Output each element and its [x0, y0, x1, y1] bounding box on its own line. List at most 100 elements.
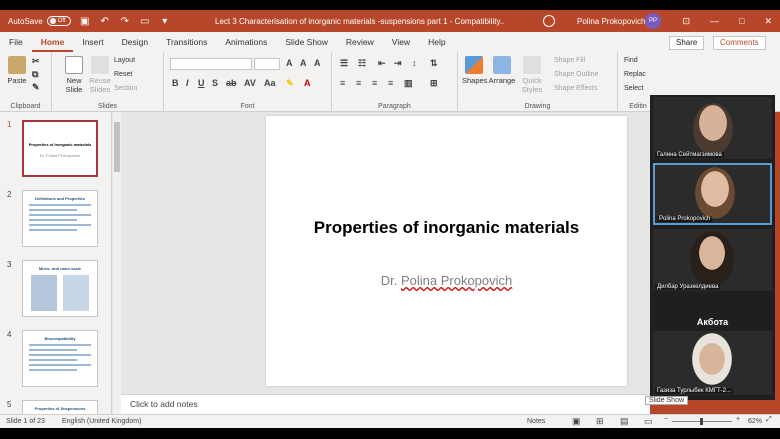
reading-view-icon[interactable]: ▤ [620, 416, 629, 427]
undo-icon[interactable]: ↶ [99, 16, 111, 27]
participant-tile[interactable]: Галина Сейтмагзимова [653, 97, 772, 159]
customize-toolbar-icon[interactable]: ▾ [159, 16, 171, 27]
thumbnail-number: 5 [7, 400, 12, 409]
thumbnails-scrollbar[interactable] [113, 112, 121, 414]
zoom-in-icon[interactable]: + [736, 416, 740, 423]
replace-button[interactable]: Replac [624, 71, 646, 78]
increase-indent-icon[interactable]: ⇥ [394, 58, 402, 69]
bullets-icon[interactable]: ☰ [340, 58, 348, 69]
bold-icon[interactable]: B [172, 78, 179, 88]
tab-view[interactable]: View [383, 32, 419, 52]
spacing-icon[interactable]: AV [244, 78, 256, 88]
tab-home[interactable]: Home [31, 32, 74, 52]
normal-view-icon[interactable]: ▣ [572, 416, 581, 427]
close-icon[interactable]: ✕ [764, 16, 772, 27]
slide-sorter-icon[interactable]: ⊞ [596, 416, 604, 427]
strikethrough-icon[interactable]: ab [226, 78, 237, 88]
slide-title[interactable]: Properties of inorganic materials [266, 218, 627, 238]
font-name-input[interactable] [170, 58, 252, 70]
align-center-icon[interactable]: ≡ [356, 78, 361, 88]
slide-thumbnail-3[interactable]: Micro- and nano-scale [22, 260, 98, 317]
participant-tile[interactable]: Polina Prokopovich [653, 163, 772, 225]
slide-thumbnail-1[interactable]: Properties of inorganic materials Dr. Po… [22, 120, 98, 177]
share-button[interactable]: Share [669, 36, 705, 50]
present-icon[interactable]: ▭ [139, 16, 151, 27]
zoom-slider-handle[interactable] [700, 418, 703, 425]
format-painter-icon[interactable]: ✎ [32, 82, 40, 93]
shadow-icon[interactable]: S [212, 78, 218, 88]
video-participants-panel: Галина Сейтмагзимова Polina Prokopovich … [650, 95, 775, 400]
language-indicator[interactable]: English (United Kingdom) [62, 418, 141, 425]
slide-thumbnail-4[interactable]: Biocompatibility [22, 330, 98, 387]
notes-pane[interactable]: Click to add notes [121, 394, 650, 414]
select-button[interactable]: Select [624, 85, 643, 92]
participant-tile[interactable]: Газиза Турлыбек КМГТ-2... [653, 331, 772, 395]
layout-button[interactable]: Layout [114, 57, 135, 64]
tab-transitions[interactable]: Transitions [157, 32, 216, 52]
paste-button[interactable]: Paste [6, 56, 28, 85]
highlight-icon[interactable]: ✎ [286, 78, 294, 89]
comments-button[interactable]: Comments [713, 36, 766, 50]
thumbnail-title: Micro- and nano-scale [38, 266, 82, 271]
tab-help[interactable]: Help [419, 32, 454, 52]
underline-icon[interactable]: U [198, 78, 205, 88]
autosave-toggle[interactable]: Off [46, 16, 71, 26]
shapes-button[interactable]: Shapes [462, 56, 487, 85]
tooltip: Slide Show [645, 396, 689, 405]
shape-fill-button[interactable]: Shape Fill [554, 57, 585, 64]
decrease-indent-icon[interactable]: ⇤ [378, 58, 386, 69]
arrange-button[interactable]: Arrange [488, 56, 516, 85]
participant-tile[interactable]: Дилбар Уразкелдиева [653, 229, 772, 291]
section-button[interactable]: Section [114, 85, 137, 92]
thumbnail-number: 3 [7, 260, 12, 269]
copy-icon[interactable]: ⧉ [32, 69, 38, 80]
fit-slide-icon[interactable]: ⤢ [766, 416, 772, 424]
save-icon[interactable]: ▣ [79, 16, 91, 27]
redo-icon[interactable]: ↷ [119, 16, 131, 27]
ribbon-display-icon[interactable]: ⊡ [682, 16, 690, 27]
zoom-level[interactable]: 62% [748, 418, 762, 425]
new-slide-button[interactable]: New Slide [62, 56, 86, 94]
font-size-input[interactable] [254, 58, 280, 70]
avatar[interactable]: PP [645, 13, 661, 29]
columns-icon[interactable]: ▥ [404, 78, 413, 89]
italic-icon[interactable]: I [186, 78, 189, 88]
tab-design[interactable]: Design [113, 32, 157, 52]
quick-styles-button[interactable]: Quick Styles [518, 56, 546, 94]
text-direction-icon[interactable]: ⇅ [430, 58, 438, 69]
tab-animations[interactable]: Animations [216, 32, 276, 52]
slide-thumbnail-5[interactable]: Properties of Suspensions [22, 400, 98, 414]
slide-thumbnails-pane: 1 Properties of inorganic materials Dr. … [0, 112, 112, 414]
increase-font-icon[interactable]: A [286, 58, 293, 68]
slide-show-icon[interactable]: ▭ [644, 416, 653, 427]
tab-review[interactable]: Review [337, 32, 383, 52]
reuse-slides-button[interactable]: Reuse Slides [88, 56, 112, 94]
slide-subtitle[interactable]: Dr. Polina Prokopovich [266, 273, 627, 288]
tab-slide-show[interactable]: Slide Show [276, 32, 337, 52]
zoom-out-icon[interactable]: − [664, 416, 668, 423]
change-case-icon[interactable]: Aa [264, 78, 276, 88]
find-button[interactable]: Find [624, 57, 638, 64]
slide-canvas[interactable]: Properties of inorganic materials Dr. Po… [266, 116, 627, 386]
tab-file[interactable]: File [0, 32, 32, 52]
top-border [0, 0, 780, 10]
shape-outline-button[interactable]: Shape Outline [554, 71, 598, 78]
minimize-icon[interactable]: — [710, 16, 719, 27]
shape-effects-button[interactable]: Shape Effects [554, 85, 597, 92]
smartart-icon[interactable]: ⊞ [430, 78, 438, 89]
clear-format-icon[interactable]: A [314, 58, 321, 68]
cut-icon[interactable]: ✂ [32, 56, 40, 67]
decrease-font-icon[interactable]: A [300, 58, 307, 68]
slide-thumbnail-2[interactable]: Definitions and Properties [22, 190, 98, 247]
align-left-icon[interactable]: ≡ [340, 78, 345, 88]
notes-button[interactable]: Notes [527, 418, 545, 425]
search-icon[interactable] [543, 15, 555, 27]
font-color-icon[interactable]: A [304, 78, 311, 88]
reset-button[interactable]: Reset [114, 71, 132, 78]
align-right-icon[interactable]: ≡ [372, 78, 377, 88]
numbering-icon[interactable]: ☷ [358, 58, 366, 69]
tab-insert[interactable]: Insert [73, 32, 112, 52]
maximize-icon[interactable]: □ [739, 16, 744, 27]
justify-icon[interactable]: ≡ [388, 78, 393, 88]
line-spacing-icon[interactable]: ↕ [412, 58, 417, 68]
